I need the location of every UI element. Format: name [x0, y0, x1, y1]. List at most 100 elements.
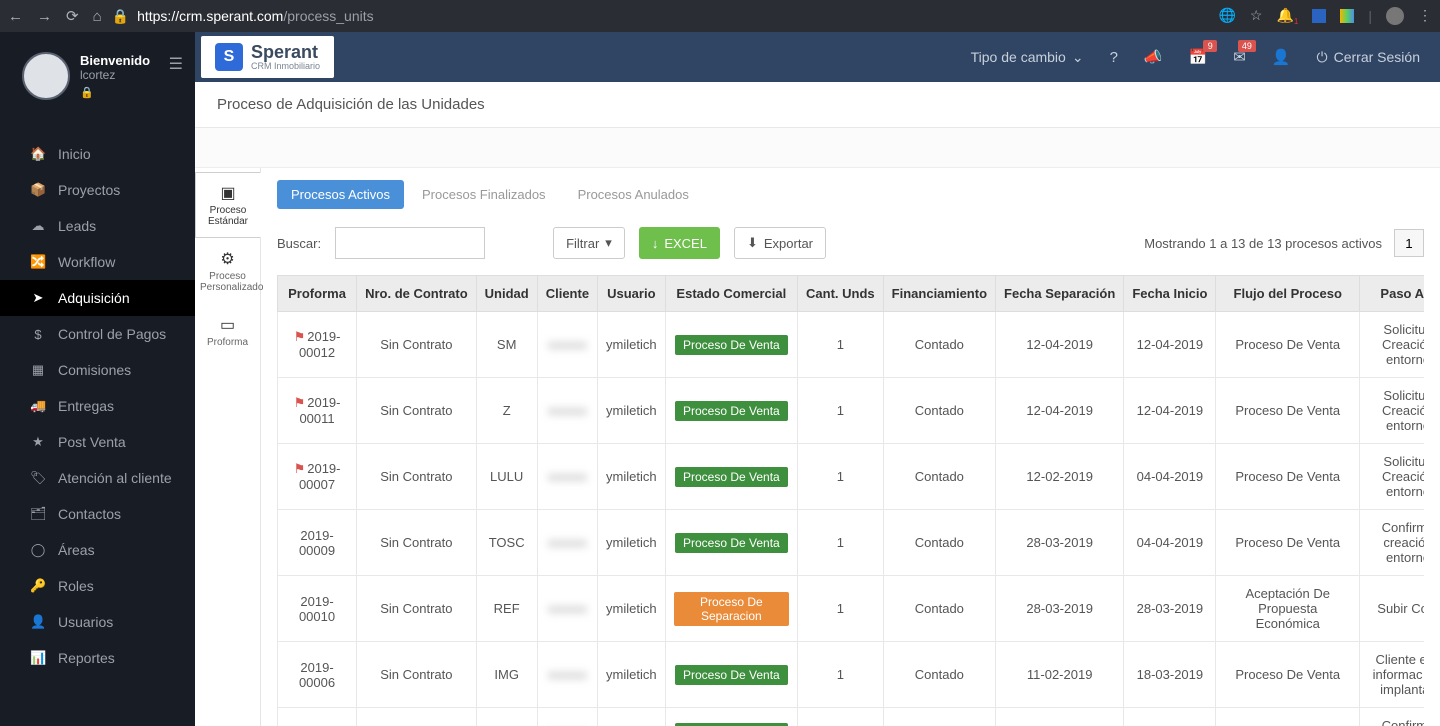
table-row[interactable]: 2019-00009Sin ContratoTOSCxxxxxxymiletic… [278, 510, 1425, 576]
sidebar-icon: ▦ [30, 362, 46, 378]
cell-cant: 1 [798, 708, 884, 726]
toolbar: Buscar: Filtrar ▾ ↓ EXCEL ⬇ Exportar [277, 227, 1424, 259]
page-number-input[interactable] [1394, 229, 1424, 257]
table-row[interactable]: ⚑2019-00012Sin ContratoSMxxxxxxymiletich… [278, 312, 1425, 378]
url-bar[interactable]: 🔒 https://crm.sperant.com/process_units [112, 8, 1209, 25]
sidebar-item-control-de-pagos[interactable]: $Control de Pagos [0, 316, 195, 352]
ext-bookmark-icon[interactable] [1312, 9, 1326, 23]
tab-procesos-anulados[interactable]: Procesos Anulados [564, 180, 703, 209]
logout-button[interactable]: ⏻ Cerrar Sesión [1317, 49, 1420, 66]
sidebar-item-label: Control de Pagos [58, 326, 166, 342]
cell-proforma: ⚑2019- [278, 708, 357, 726]
table-row[interactable]: 2019-00010Sin ContratoREFxxxxxxymiletich… [278, 576, 1425, 642]
help-icon[interactable]: ? [1110, 49, 1118, 66]
cell-cant: 1 [798, 576, 884, 642]
col-cliente[interactable]: Cliente [537, 276, 597, 312]
col-fecha-separaci-n[interactable]: Fecha Separación [996, 276, 1124, 312]
col-estado-comercial[interactable]: Estado Comercial [665, 276, 797, 312]
sidebar-icon: ☁ [30, 218, 46, 234]
vtab-proceso-estándar[interactable]: ▣ProcesoEstándar [195, 172, 261, 238]
tipo-cambio-dropdown[interactable]: Tipo de cambio ⌄ [971, 49, 1084, 66]
vtab-icon: ▭ [200, 315, 255, 335]
sidebar-item-contactos[interactable]: 🗂Contactos [0, 496, 195, 532]
download-icon: ↓ [652, 236, 659, 251]
cell-contrato: Sin Contrato [357, 444, 477, 510]
nav-home-icon[interactable]: ⌂ [93, 8, 102, 25]
col-fecha-inicio[interactable]: Fecha Inicio [1124, 276, 1216, 312]
excel-button[interactable]: ↓ EXCEL [639, 227, 720, 259]
cell-fini: 18-03-2019 [1124, 642, 1216, 708]
table-row[interactable]: ⚑2019-Sin ContratoPLxxxxxxymiletichProce… [278, 708, 1425, 726]
cell-proforma: ⚑2019-00011 [278, 378, 357, 444]
translate-icon[interactable]: 🌐 [1218, 7, 1235, 24]
sidebar-item-atención-al-cliente[interactable]: 🏷Atención al cliente [0, 460, 195, 496]
spacer [195, 128, 1440, 168]
table-row[interactable]: ⚑2019-00007Sin ContratoLULUxxxxxxymileti… [278, 444, 1425, 510]
tab-procesos-activos[interactable]: Procesos Activos [277, 180, 404, 209]
logo[interactable]: S Sperant CRM Inmobiliario [201, 36, 334, 78]
cell-paso: Solicitud Creación entorno [1360, 444, 1425, 510]
cell-flujo: Proceso De Venta [1216, 312, 1360, 378]
url-host: https://crm.sperant.com [137, 8, 283, 24]
sidebar-item-leads[interactable]: ☁ Leads [0, 208, 195, 244]
sidebar-item-workflow[interactable]: 🔀Workflow [0, 244, 195, 280]
search-input[interactable] [335, 227, 485, 259]
filter-button[interactable]: Filtrar ▾ [553, 227, 625, 259]
cell-proforma: 2019-00006 [278, 642, 357, 708]
sidebar-item-áreas[interactable]: ◯Áreas [0, 532, 195, 568]
sidebar-item-roles[interactable]: 🔑Roles [0, 568, 195, 604]
sidebar-item-entregas[interactable]: 🚚Entregas [0, 388, 195, 424]
user-avatar[interactable] [22, 52, 70, 100]
nav-back-icon[interactable]: ← [8, 8, 23, 25]
col-usuario[interactable]: Usuario [598, 276, 666, 312]
col-flujo-del-proceso[interactable]: Flujo del Proceso [1216, 276, 1360, 312]
col-cant-unds[interactable]: Cant. Unds [798, 276, 884, 312]
mail-icon[interactable]: ✉49 [1233, 48, 1246, 66]
cell-unidad: IMG [476, 642, 537, 708]
nav-forward-icon[interactable]: → [37, 8, 52, 25]
sidebar-item-label: Leads [58, 218, 96, 234]
sidebar-icon: 🔀 [30, 254, 46, 270]
sidebar-item-inicio[interactable]: 🏠Inicio [0, 136, 195, 172]
cell-fsep: 11-02-2019 [996, 642, 1124, 708]
cell-proforma: ⚑2019-00012 [278, 312, 357, 378]
flag-icon: ⚑ [294, 329, 306, 344]
cell-usuario: ymiletich [598, 444, 666, 510]
tab-procesos-finalizados[interactable]: Procesos Finalizados [408, 180, 560, 209]
vtab-proceso-personalizado[interactable]: ⚙ProcesoPersonalizado [195, 238, 260, 304]
sidebar-item-proyectos[interactable]: 📦Proyectos [0, 172, 195, 208]
profile-avatar-icon[interactable] [1386, 7, 1404, 25]
cell-fsep: 12-04-2019 [996, 378, 1124, 444]
ext-notify-icon[interactable]: 🔔1 [1276, 7, 1298, 26]
cell-cliente: xxxxxx [537, 576, 597, 642]
col-paso-act[interactable]: Paso Act [1360, 276, 1425, 312]
cell-fsep: 06-02-2019 [996, 708, 1124, 726]
col-nro-de-contrato[interactable]: Nro. de Contrato [357, 276, 477, 312]
user-icon[interactable]: 👤 [1272, 48, 1291, 66]
col-financiamiento[interactable]: Financiamiento [883, 276, 995, 312]
col-unidad[interactable]: Unidad [476, 276, 537, 312]
calendar-icon[interactable]: 📅9 [1189, 48, 1208, 66]
sidebar-item-reportes[interactable]: 📊Reportes [0, 640, 195, 676]
table-row[interactable]: ⚑2019-00011Sin ContratoZxxxxxxymiletichP… [278, 378, 1425, 444]
sidebar-item-label: Atención al cliente [58, 470, 172, 486]
ext-color-icon[interactable] [1340, 9, 1354, 23]
sidebar-item-comisiones[interactable]: ▦Comisiones [0, 352, 195, 388]
sidebar-toggle-icon[interactable]: ☰ [169, 54, 183, 74]
export-button[interactable]: ⬇ Exportar [734, 227, 826, 259]
sidebar-item-post-venta[interactable]: ★Post Venta [0, 424, 195, 460]
cell-fini: 04-04-2019 [1124, 510, 1216, 576]
sidebar-item-usuarios[interactable]: 👤Usuarios [0, 604, 195, 640]
cell-fsep: 12-04-2019 [996, 312, 1124, 378]
nav-reload-icon[interactable]: ⟳ [66, 7, 79, 25]
cell-cant: 1 [798, 312, 884, 378]
announce-icon[interactable]: 📣 [1144, 48, 1163, 66]
col-proforma[interactable]: Proforma [278, 276, 357, 312]
star-icon[interactable]: ☆ [1250, 7, 1263, 24]
table-row[interactable]: 2019-00006Sin ContratoIMGxxxxxxymiletich… [278, 642, 1425, 708]
cell-fsep: 28-03-2019 [996, 510, 1124, 576]
vtab-proforma-x[interactable]: ▭Proforma [195, 304, 260, 359]
cell-fini: 04-04-2019 [1124, 444, 1216, 510]
sidebar-item-adquisición[interactable]: ➤Adquisición [0, 280, 195, 316]
browser-menu-icon[interactable]: ⋮ [1418, 7, 1432, 24]
